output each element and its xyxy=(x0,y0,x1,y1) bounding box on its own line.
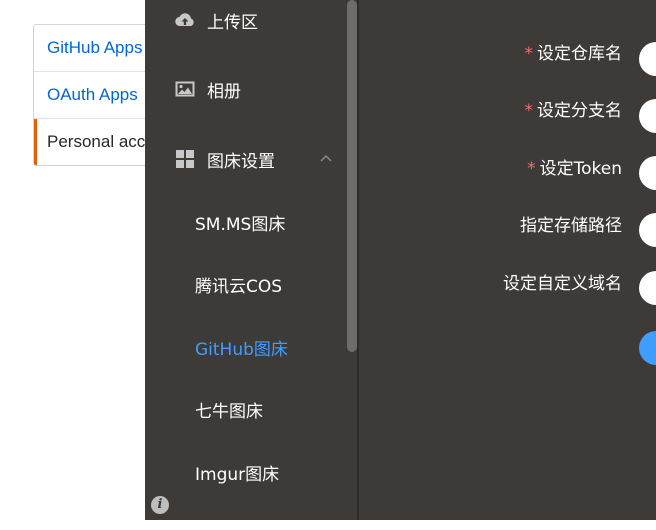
storage-path-label: 指定存储路径 xyxy=(520,216,622,236)
menu-item-picbed-settings[interactable]: 图床设置 xyxy=(145,139,345,179)
token-label: * 设定Token xyxy=(527,159,622,179)
menu-item-gallery-label: 相册 xyxy=(207,81,241,102)
sidebar-scrollbar[interactable] xyxy=(347,0,357,352)
menu-item-picbed-settings-label: 图床设置 xyxy=(207,151,275,172)
chevron-up-icon[interactable] xyxy=(317,150,335,168)
custom-domain-input[interactable] xyxy=(639,271,656,305)
token-input[interactable] xyxy=(639,156,656,190)
cloud-upload-icon xyxy=(174,9,196,31)
menu-item-upload-label: 上传区 xyxy=(207,12,258,33)
sidebar-divider xyxy=(357,0,359,520)
picgo-window: 上传区 相册 图床设置 SM.MS图床 腾讯云COS GitHub图床 七牛图床… xyxy=(145,0,656,520)
custom-domain-label: 设定自定义域名 xyxy=(503,274,622,294)
submenu-item-qiniu[interactable]: 七牛图床 xyxy=(195,394,263,430)
menu-item-gallery[interactable]: 相册 xyxy=(145,69,345,109)
branch-name-label: * 设定分支名 xyxy=(524,101,623,121)
repo-name-label: * 设定仓库名 xyxy=(524,44,623,64)
confirm-button[interactable] xyxy=(639,331,656,365)
grid-icon xyxy=(174,148,196,170)
menu-item-upload[interactable]: 上传区 xyxy=(145,0,345,40)
storage-path-input[interactable] xyxy=(639,213,656,247)
image-icon xyxy=(174,78,196,100)
submenu-item-imgur[interactable]: Imgur图床 xyxy=(195,457,279,493)
submenu-item-smms[interactable]: SM.MS图床 xyxy=(195,207,285,243)
submenu-item-tencent-cos[interactable]: 腾讯云COS xyxy=(195,269,282,305)
repo-name-input[interactable] xyxy=(639,42,656,76)
submenu-item-github[interactable]: GitHub图床 xyxy=(195,332,288,368)
sidebar: 上传区 相册 图床设置 SM.MS图床 腾讯云COS GitHub图床 七牛图床… xyxy=(145,0,350,520)
branch-name-input[interactable] xyxy=(639,99,656,133)
info-icon[interactable]: i xyxy=(151,496,169,514)
